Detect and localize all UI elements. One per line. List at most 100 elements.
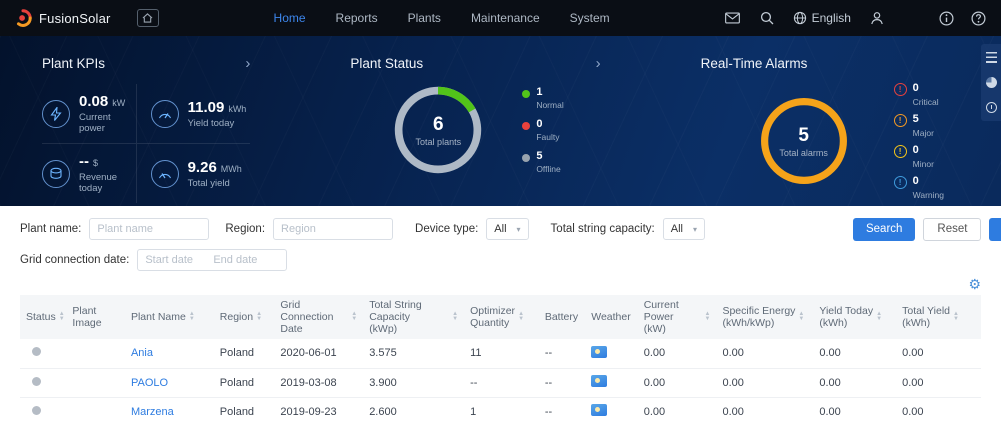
col-total-yield[interactable]: Total Yield(kWh)	[896, 295, 981, 339]
device-type-select[interactable]: All	[486, 218, 528, 240]
col-yield-today[interactable]: Yield Today(kWh)	[813, 295, 896, 339]
total-string-capacity-label: Total string capacity:	[551, 223, 655, 235]
capacity-cell: 3.575	[363, 339, 464, 368]
legend-value: 1	[536, 87, 563, 98]
nav-home[interactable]: Home	[274, 11, 306, 25]
sort-icon[interactable]	[256, 312, 262, 321]
plant-kpis-title: Plant KPIs	[42, 56, 105, 71]
warning-alarm-icon	[894, 176, 907, 189]
optimizer-cell: 11	[464, 339, 539, 368]
plant-name-link[interactable]: PAOLO	[131, 377, 168, 389]
nav-maintenance[interactable]: Maintenance	[471, 11, 540, 25]
region-input[interactable]	[273, 218, 393, 240]
legend-value: 0	[536, 119, 563, 130]
list-view-icon[interactable]	[986, 52, 997, 63]
kpi-value: 0.08	[79, 93, 108, 110]
mail-icon[interactable]	[725, 10, 741, 26]
yield-today-cell: 0.00	[813, 339, 896, 368]
total-string-capacity-value: All	[671, 223, 683, 235]
kpi-total-yield: 9.26MWh Total yield	[137, 144, 251, 203]
plant-status-legend: 1 Normal 0 Faulty 5 Offline	[522, 87, 563, 174]
sort-icon[interactable]	[798, 312, 804, 321]
kpi-unit: kWh	[228, 104, 246, 114]
total-alarms-value: 5	[798, 125, 809, 147]
plant-name-link[interactable]: Marzena	[131, 406, 174, 418]
reset-button[interactable]: Reset	[923, 218, 981, 241]
col-specific-energy[interactable]: Specific Energy(kWh/kWp)	[716, 295, 813, 339]
chevron-right-icon[interactable]	[596, 56, 601, 71]
alarms-ring-chart: 5 Total alarms	[756, 93, 852, 189]
total-string-capacity-select[interactable]: All	[663, 218, 705, 240]
clock-icon[interactable]	[986, 102, 997, 113]
end-date-input[interactable]	[206, 254, 274, 266]
language-switcher[interactable]: English	[793, 11, 851, 25]
table-tools	[20, 277, 981, 293]
nav-plants[interactable]: Plants	[408, 11, 441, 25]
kpi-value: 11.09	[188, 99, 225, 116]
user-icon[interactable]	[869, 10, 885, 26]
grid-date-cell: 2019-03-08	[274, 368, 363, 397]
col-grid-connection-date[interactable]: Grid ConnectionDate	[274, 295, 363, 339]
major-alarm-icon	[894, 114, 907, 127]
plant-name-label: Plant name:	[20, 223, 81, 235]
sort-icon[interactable]	[351, 312, 357, 321]
grid-date-cell: 2020-06-01	[274, 339, 363, 368]
table-row: PAOLO Poland 2019-03-08 3.900 -- -- 0.00…	[20, 368, 981, 397]
kpi-label: Revenue today	[79, 172, 132, 194]
kpi-label: Current power	[79, 112, 132, 134]
grid-connection-date-range	[137, 249, 287, 271]
status-dot	[32, 347, 41, 356]
col-plant-name[interactable]: Plant Name	[125, 295, 214, 339]
kpi-yield-today: 11.09kWh Yield today	[137, 84, 251, 144]
add-plant-button[interactable]: Add Plant	[989, 218, 1001, 241]
col-current-power[interactable]: Current Power(kW)	[638, 295, 717, 339]
info-icon[interactable]	[939, 10, 955, 26]
weather-icon	[591, 346, 607, 358]
start-date-input[interactable]	[138, 254, 206, 266]
gauge-icon	[151, 160, 179, 188]
legend-warning: 0 Warning	[894, 175, 944, 200]
sort-icon[interactable]	[189, 312, 195, 321]
legend-faulty: 0 Faulty	[522, 119, 563, 142]
total-plants-label: Total plants	[416, 137, 462, 147]
chevron-right-icon[interactable]	[245, 56, 250, 71]
battery-cell: --	[539, 339, 585, 368]
alarm-label: Warning	[913, 190, 944, 200]
plant-status-panel: Plant Status 6 Total plants 1 Normal	[320, 36, 660, 206]
plant-status-donut-chart: 6 Total plants	[390, 82, 486, 178]
sort-icon[interactable]	[59, 312, 65, 321]
col-total-string-capacity[interactable]: Total String Capacity(kWp)	[363, 295, 464, 339]
col-region[interactable]: Region	[214, 295, 275, 339]
minor-alarm-icon	[894, 145, 907, 158]
sort-icon[interactable]	[705, 312, 711, 321]
house-icon	[142, 13, 153, 23]
nav-system[interactable]: System	[570, 11, 610, 25]
search-button[interactable]: Search	[853, 218, 915, 241]
critical-alarm-icon	[894, 83, 907, 96]
optimizer-cell: --	[464, 368, 539, 397]
main-nav: Home Reports Plants Maintenance System	[274, 11, 610, 25]
fusionsolar-logo-icon	[14, 9, 32, 27]
col-optimizer-quantity[interactable]: OptimizerQuantity	[464, 295, 539, 339]
col-status[interactable]: Status	[20, 295, 66, 339]
sort-icon[interactable]	[876, 312, 882, 321]
sort-icon[interactable]	[452, 312, 458, 321]
legend-label: Offline	[536, 164, 563, 174]
search-icon[interactable]	[759, 10, 775, 26]
help-icon[interactable]	[971, 10, 987, 26]
pie-chart-icon[interactable]	[986, 77, 997, 88]
kpi-revenue-today: --$ Revenue today	[42, 144, 137, 203]
gear-icon[interactable]	[968, 277, 981, 293]
col-weather: Weather	[585, 295, 637, 339]
nav-reports[interactable]: Reports	[336, 11, 378, 25]
plant-name-input[interactable]	[89, 218, 209, 240]
alarm-label: Minor	[913, 159, 944, 169]
home-shortcut-button[interactable]	[137, 9, 159, 27]
brand-name: FusionSolar	[39, 11, 111, 26]
plant-name-link[interactable]: Ania	[131, 347, 153, 359]
kpi-value: --	[79, 153, 89, 170]
dashboard-hero: Plant KPIs 0.08kW Current power 11.09kWh	[0, 36, 1001, 206]
region-label: Region:	[225, 223, 265, 235]
sort-icon[interactable]	[953, 312, 959, 321]
sort-icon[interactable]	[518, 312, 524, 321]
